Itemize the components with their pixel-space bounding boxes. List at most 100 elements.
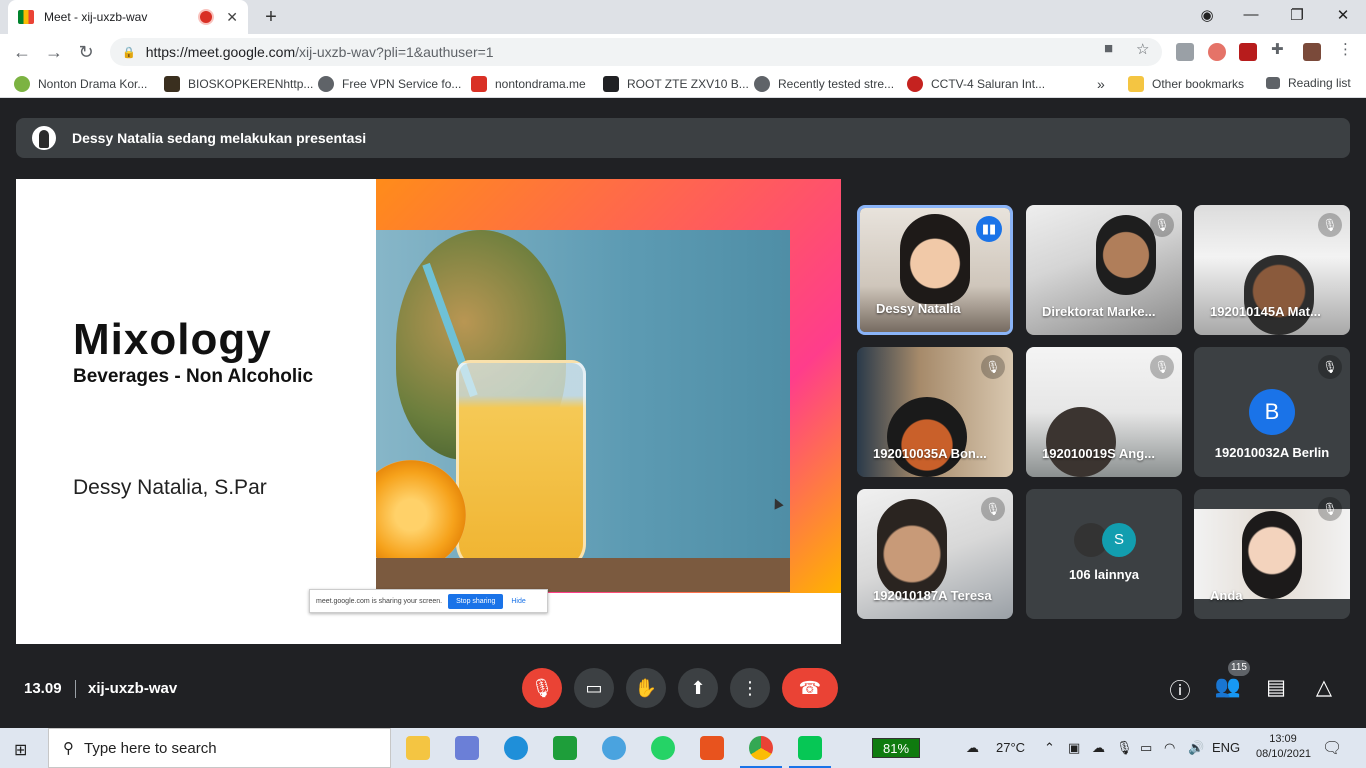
participant-tile[interactable]: 🎙 192010145A Mat... <box>1194 205 1350 335</box>
camera-blocked-icon[interactable]: ■ <box>1104 40 1113 57</box>
mic-off-icon: 🎙 <box>1150 213 1174 237</box>
extension-block-icon[interactable] <box>1208 43 1226 61</box>
participant-tile[interactable]: 🎙 Direktorat Marke... <box>1026 205 1182 335</box>
shared-screen[interactable]: Mixology Beverages - Non Alcoholic Dessy… <box>16 179 841 644</box>
onedrive-icon[interactable]: ☁ <box>1092 740 1105 756</box>
network-app-icon[interactable] <box>455 736 479 760</box>
meeting-details-icon[interactable]: ⓘ <box>1166 675 1194 705</box>
language-indicator[interactable]: ENG <box>1212 740 1240 755</box>
bookmark-item[interactable]: nontondrama.me <box>471 76 586 92</box>
clock-time: 13:09 <box>1269 733 1297 745</box>
divider <box>75 680 76 698</box>
bookmark-label: Nonton Drama Kor... <box>38 77 148 91</box>
reading-list-button[interactable]: Reading list <box>1266 76 1351 90</box>
bookmark-item[interactable]: BIOSKOPKERENhttp... <box>164 76 313 92</box>
clock-date: 08/10/2021 <box>1256 748 1312 760</box>
bookmark-item[interactable]: CCTV-4 Saluran Int... <box>907 76 1045 92</box>
whatsapp-icon[interactable] <box>651 736 675 760</box>
recording-dot-icon <box>200 11 213 23</box>
mic-off-button[interactable]: 🎙 <box>522 668 562 708</box>
weather-icon[interactable]: ☁ <box>966 740 979 756</box>
bookmark-favicon-icon <box>164 76 180 92</box>
mic-tray-icon[interactable]: 🎙 <box>1116 740 1133 756</box>
file-explorer-icon[interactable] <box>406 736 430 760</box>
taskbar-search[interactable]: ⚲ Type here to search <box>48 728 391 768</box>
extension-red-icon[interactable] <box>1239 43 1257 61</box>
bookmark-item[interactable]: Free VPN Service fo... <box>318 76 461 92</box>
participant-face <box>1046 407 1116 477</box>
battery-meter[interactable]: 81% <box>872 738 920 758</box>
edge-icon[interactable] <box>504 736 528 760</box>
bookmark-item[interactable]: ROOT ZTE ZXV10 B... <box>603 76 749 92</box>
close-window-button[interactable]: ✕ <box>1329 6 1357 24</box>
weather-temp[interactable]: 27°C <box>996 740 1025 755</box>
reload-icon[interactable]: ↻ <box>70 42 102 63</box>
play-store-icon[interactable] <box>553 736 577 760</box>
activities-icon[interactable]: △ <box>1310 675 1338 700</box>
windows-start-icon[interactable]: ⊞ <box>14 740 27 760</box>
participant-tile[interactable]: ▮▮ Dessy Natalia <box>857 205 1013 335</box>
people-icon[interactable]: 👥 <box>1214 675 1242 699</box>
bookmark-item[interactable]: Nonton Drama Kor... <box>14 76 147 92</box>
restore-button[interactable]: ❐ <box>1283 6 1311 24</box>
present-screen-button[interactable]: ⬆ <box>678 668 718 708</box>
raise-hand-button[interactable]: ✋ <box>626 668 666 708</box>
profile-avatar[interactable] <box>1303 43 1321 61</box>
mic-off-icon: 🎙 <box>981 497 1005 521</box>
tab-close-icon[interactable]: ✕ <box>226 9 238 26</box>
bookmark-label: ROOT ZTE ZXV10 B... <box>627 77 749 91</box>
lock-icon: 🔒 <box>122 46 136 59</box>
participant-tile[interactable]: 🎙 192010187A Teresa <box>857 489 1013 619</box>
hide-button[interactable]: Hide <box>511 598 525 605</box>
url-path: /xij-uxzb-wav?pli=1&authuser=1 <box>295 44 494 60</box>
mic-off-icon: 🎙 <box>1150 355 1174 379</box>
clock[interactable]: 13:09 08/10/2021 <box>1256 732 1312 762</box>
bookmarks-overflow-icon[interactable]: » <box>1097 76 1105 92</box>
leave-call-button[interactable]: ☎ <box>782 668 838 708</box>
address-bar[interactable]: 🔒 https://meet.google.com/xij-uxzb-wav?p… <box>110 38 1162 66</box>
app-icon[interactable] <box>602 736 626 760</box>
self-tile[interactable]: 🎙 Anda <box>1194 489 1350 619</box>
back-arrow-icon[interactable]: ← <box>6 42 38 63</box>
office-icon[interactable] <box>700 736 724 760</box>
more-options-button[interactable]: ⋮ <box>730 668 770 708</box>
meet-favicon-icon <box>18 10 34 24</box>
new-tab-button[interactable]: + <box>260 6 282 29</box>
wifi-icon[interactable]: ◠ <box>1164 740 1175 756</box>
volume-icon[interactable]: 🔊 <box>1188 740 1204 756</box>
participant-face <box>1244 255 1314 335</box>
forward-arrow-icon[interactable]: → <box>38 42 70 63</box>
more-participants-tile[interactable]: S 106 lainnya <box>1026 489 1182 619</box>
screen-share-notice: meet.google.com is sharing your screen. … <box>309 589 548 613</box>
participant-tile[interactable]: 🎙 192010019S Ang... <box>1026 347 1182 477</box>
bookmark-label: Free VPN Service fo... <box>342 77 462 91</box>
extensions-puzzle-icon[interactable]: ✚ <box>1271 40 1284 58</box>
participant-face <box>877 499 947 599</box>
bookmarks-bar: Nonton Drama Kor... BIOSKOPKERENhttp... … <box>0 70 1366 98</box>
tray-device-icon[interactable]: ▣ <box>1068 740 1080 756</box>
battery-tray-icon[interactable]: ▭ <box>1140 740 1152 756</box>
bookmark-folder[interactable]: Other bookmarks <box>1128 76 1244 92</box>
globe-icon <box>754 76 770 92</box>
stop-sharing-button[interactable]: Stop sharing <box>448 593 504 609</box>
tab-search-icon[interactable]: ◉ <box>1193 6 1221 24</box>
meeting-code: xij-uxzb-wav <box>88 680 178 697</box>
camera-button[interactable]: ▭ <box>574 668 614 708</box>
line-app-icon[interactable] <box>798 736 822 760</box>
notifications-icon[interactable]: 🗨 <box>1322 738 1342 758</box>
participant-tile[interactable]: B 🎙 192010032A Berlin <box>1194 347 1350 477</box>
participant-tile[interactable]: 🎙 192010035A Bon... <box>857 347 1013 477</box>
mic-off-icon: 🎙 <box>1318 355 1342 379</box>
extension-cast-icon[interactable] <box>1176 43 1194 61</box>
bookmark-star-icon[interactable]: ☆ <box>1136 40 1149 58</box>
chrome-icon[interactable] <box>749 736 773 760</box>
chat-icon[interactable]: ▤ <box>1262 675 1290 700</box>
meeting-time: 13.09 <box>24 680 62 697</box>
tray-chevron-icon[interactable]: ⌃ <box>1044 740 1055 756</box>
menu-kebab-icon[interactable]: ⋮ <box>1338 40 1353 58</box>
share-notice-text: meet.google.com is sharing your screen. <box>316 597 443 605</box>
search-icon: ⚲ <box>63 740 74 757</box>
minimize-button[interactable]: — <box>1237 6 1265 23</box>
browser-tab[interactable]: Meet - xij-uxzb-wav ✕ <box>8 0 248 34</box>
bookmark-item[interactable]: Recently tested stre... <box>754 76 894 92</box>
